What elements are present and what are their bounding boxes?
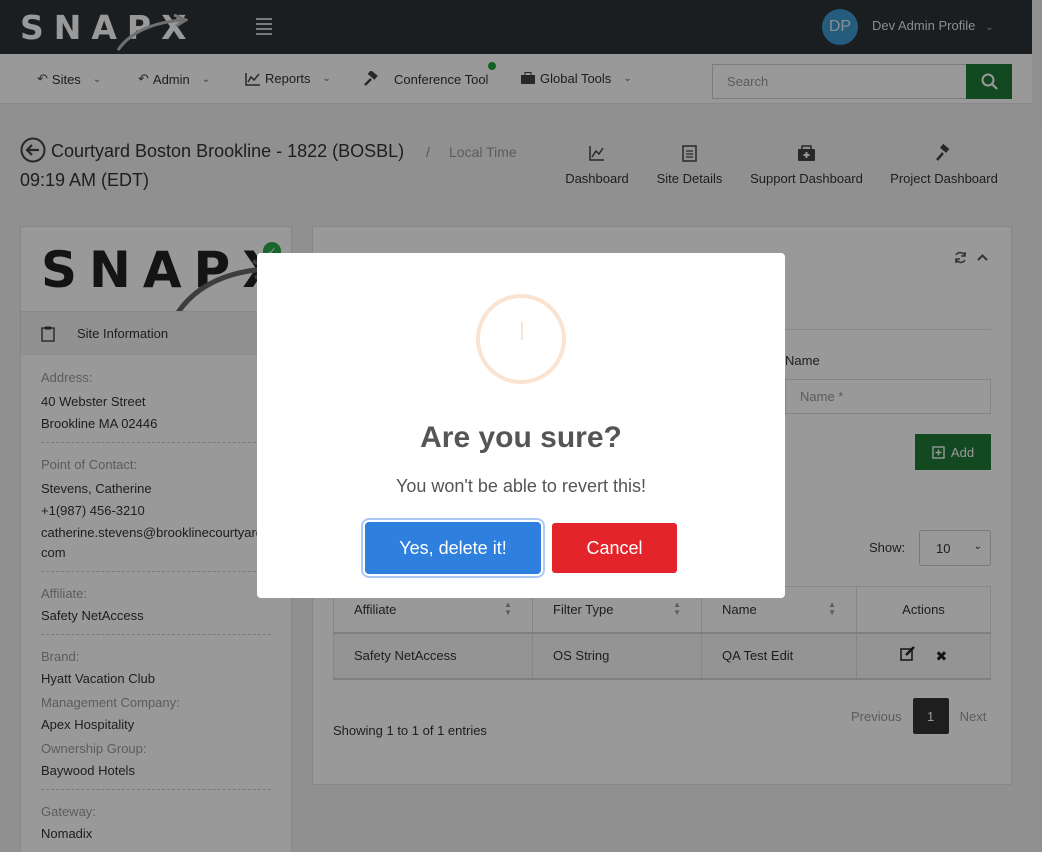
confirm-delete-button[interactable]: Yes, delete it! xyxy=(365,522,541,574)
warning-icon xyxy=(476,294,566,384)
confirm-delete-dialog: Are you sure? You won't be able to rever… xyxy=(257,253,785,598)
cancel-button[interactable]: Cancel xyxy=(552,523,677,573)
dialog-message: You won't be able to revert this! xyxy=(396,476,646,496)
dialog-title: Are you sure? xyxy=(420,421,622,454)
